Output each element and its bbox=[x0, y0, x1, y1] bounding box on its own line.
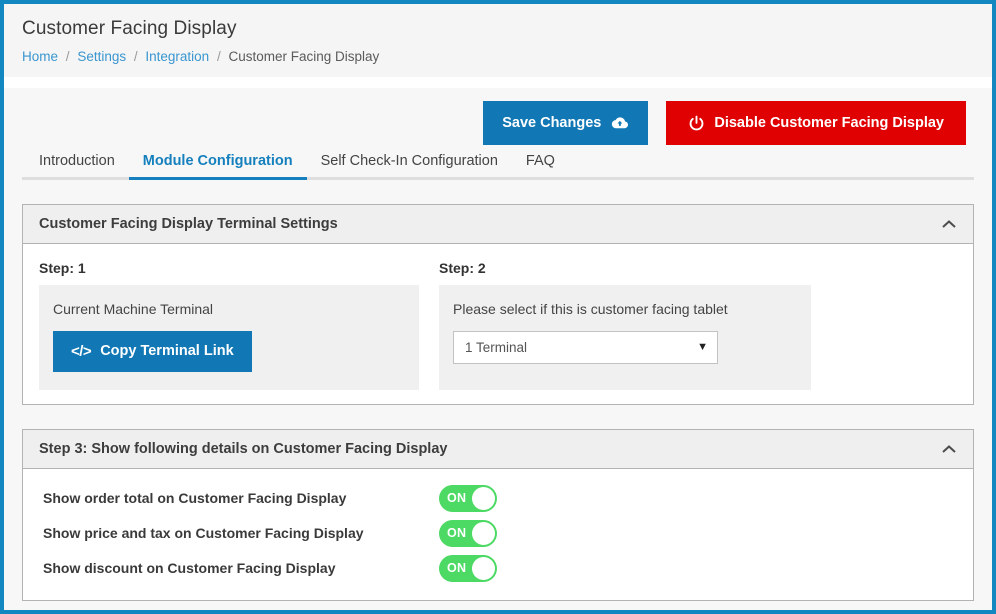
power-icon bbox=[688, 115, 705, 132]
breadcrumb-item-home[interactable]: Home bbox=[22, 49, 58, 64]
tab-faq[interactable]: FAQ bbox=[512, 153, 569, 178]
tab-introduction[interactable]: Introduction bbox=[25, 153, 129, 178]
copy-terminal-link-button[interactable]: </> Copy Terminal Link bbox=[53, 330, 252, 372]
customer-facing-tablet-label: Please select if this is customer facing… bbox=[453, 301, 728, 317]
step-1-label: Step: 1 bbox=[39, 260, 86, 276]
toggle-discount[interactable]: ON bbox=[439, 554, 497, 582]
tab-module-configuration[interactable]: Module Configuration bbox=[128, 153, 307, 180]
terminal-select[interactable]: 1 Terminal ▼ bbox=[453, 330, 718, 364]
application-window: Customer Facing Display Home / Settings … bbox=[0, 0, 996, 614]
breadcrumb-item-integration[interactable]: Integration bbox=[145, 49, 209, 64]
toggle-label-price-and-tax: Show price and tax on Customer Facing Di… bbox=[43, 525, 364, 542]
display-details-panel-header[interactable]: Step 3: Show following details on Custom… bbox=[23, 429, 973, 469]
step-2-column: Step: 2 Please select if this is custome… bbox=[439, 260, 811, 390]
chevron-up-icon[interactable] bbox=[941, 444, 957, 454]
chevron-up-icon[interactable] bbox=[941, 219, 957, 229]
steps-row: Step: 1 Current Machine Terminal </> Cop… bbox=[39, 260, 957, 390]
toggle-order-total[interactable]: ON bbox=[439, 484, 497, 512]
save-changes-button[interactable]: Save Changes bbox=[483, 101, 649, 145]
toggle-knob bbox=[472, 486, 495, 510]
breadcrumb-item-current: Customer Facing Display bbox=[228, 49, 380, 64]
breadcrumb-item-settings[interactable]: Settings bbox=[77, 49, 126, 64]
toggle-row-price-and-tax: Show price and tax on Customer Facing Di… bbox=[23, 516, 973, 551]
terminal-settings-panel-body: Step: 1 Current Machine Terminal </> Cop… bbox=[23, 244, 973, 404]
page-header: Customer Facing Display Home / Settings … bbox=[4, 4, 992, 78]
step-1-box: Current Machine Terminal </> Copy Termin… bbox=[39, 285, 419, 390]
breadcrumb: Home / Settings / Integration / Customer… bbox=[22, 48, 974, 66]
cloud-upload-icon bbox=[610, 116, 629, 130]
toggle-knob bbox=[472, 556, 495, 580]
terminal-settings-panel-header[interactable]: Customer Facing Display Terminal Setting… bbox=[23, 205, 973, 244]
tab-self-check-in-configuration[interactable]: Self Check-In Configuration bbox=[307, 153, 512, 178]
step-1-column: Step: 1 Current Machine Terminal </> Cop… bbox=[39, 260, 419, 390]
terminal-settings-panel-title: Customer Facing Display Terminal Setting… bbox=[39, 216, 338, 232]
display-details-panel: Step 3: Show following details on Custom… bbox=[22, 428, 974, 601]
toggle-label-discount: Show discount on Customer Facing Display bbox=[43, 560, 336, 577]
display-details-panel-title: Step 3: Show following details on Custom… bbox=[39, 440, 448, 457]
display-details-toggle-list: Show order total on Customer Facing Disp… bbox=[23, 469, 973, 600]
toggle-label-order-total: Show order total on Customer Facing Disp… bbox=[43, 490, 347, 507]
terminal-settings-panel: Customer Facing Display Terminal Setting… bbox=[22, 204, 974, 405]
toggle-knob bbox=[472, 521, 495, 545]
toggle-row-discount: Show discount on Customer Facing Display… bbox=[23, 551, 973, 586]
disable-customer-facing-display-button[interactable]: Disable Customer Facing Display bbox=[666, 101, 966, 145]
breadcrumb-separator: / bbox=[216, 49, 221, 64]
step-2-box: Please select if this is customer facing… bbox=[439, 285, 811, 390]
tab-bar: Introduction Module Configuration Self C… bbox=[22, 146, 974, 180]
chevron-down-icon: ▼ bbox=[697, 341, 708, 354]
breadcrumb-separator: / bbox=[65, 49, 70, 64]
copy-terminal-link-label: Copy Terminal Link bbox=[100, 343, 234, 360]
current-machine-terminal-label: Current Machine Terminal bbox=[53, 301, 214, 317]
save-changes-label: Save Changes bbox=[502, 114, 602, 131]
action-bar: Save Changes Disable Customer Facing Dis… bbox=[22, 88, 974, 146]
toggle-state-price-and-tax: ON bbox=[447, 526, 467, 541]
toggle-state-discount: ON bbox=[447, 561, 467, 576]
code-icon: </> bbox=[71, 342, 92, 360]
step-2-label: Step: 2 bbox=[439, 260, 486, 276]
content-area: Save Changes Disable Customer Facing Dis… bbox=[4, 78, 992, 610]
page-title: Customer Facing Display bbox=[22, 18, 237, 39]
toggle-price-and-tax[interactable]: ON bbox=[439, 519, 497, 547]
disable-customer-facing-display-label: Disable Customer Facing Display bbox=[714, 114, 944, 131]
terminal-select-value: 1 Terminal bbox=[465, 339, 528, 355]
toggle-row-order-total: Show order total on Customer Facing Disp… bbox=[23, 481, 973, 516]
toggle-state-order-total: ON bbox=[447, 491, 467, 506]
breadcrumb-separator: / bbox=[133, 49, 138, 64]
